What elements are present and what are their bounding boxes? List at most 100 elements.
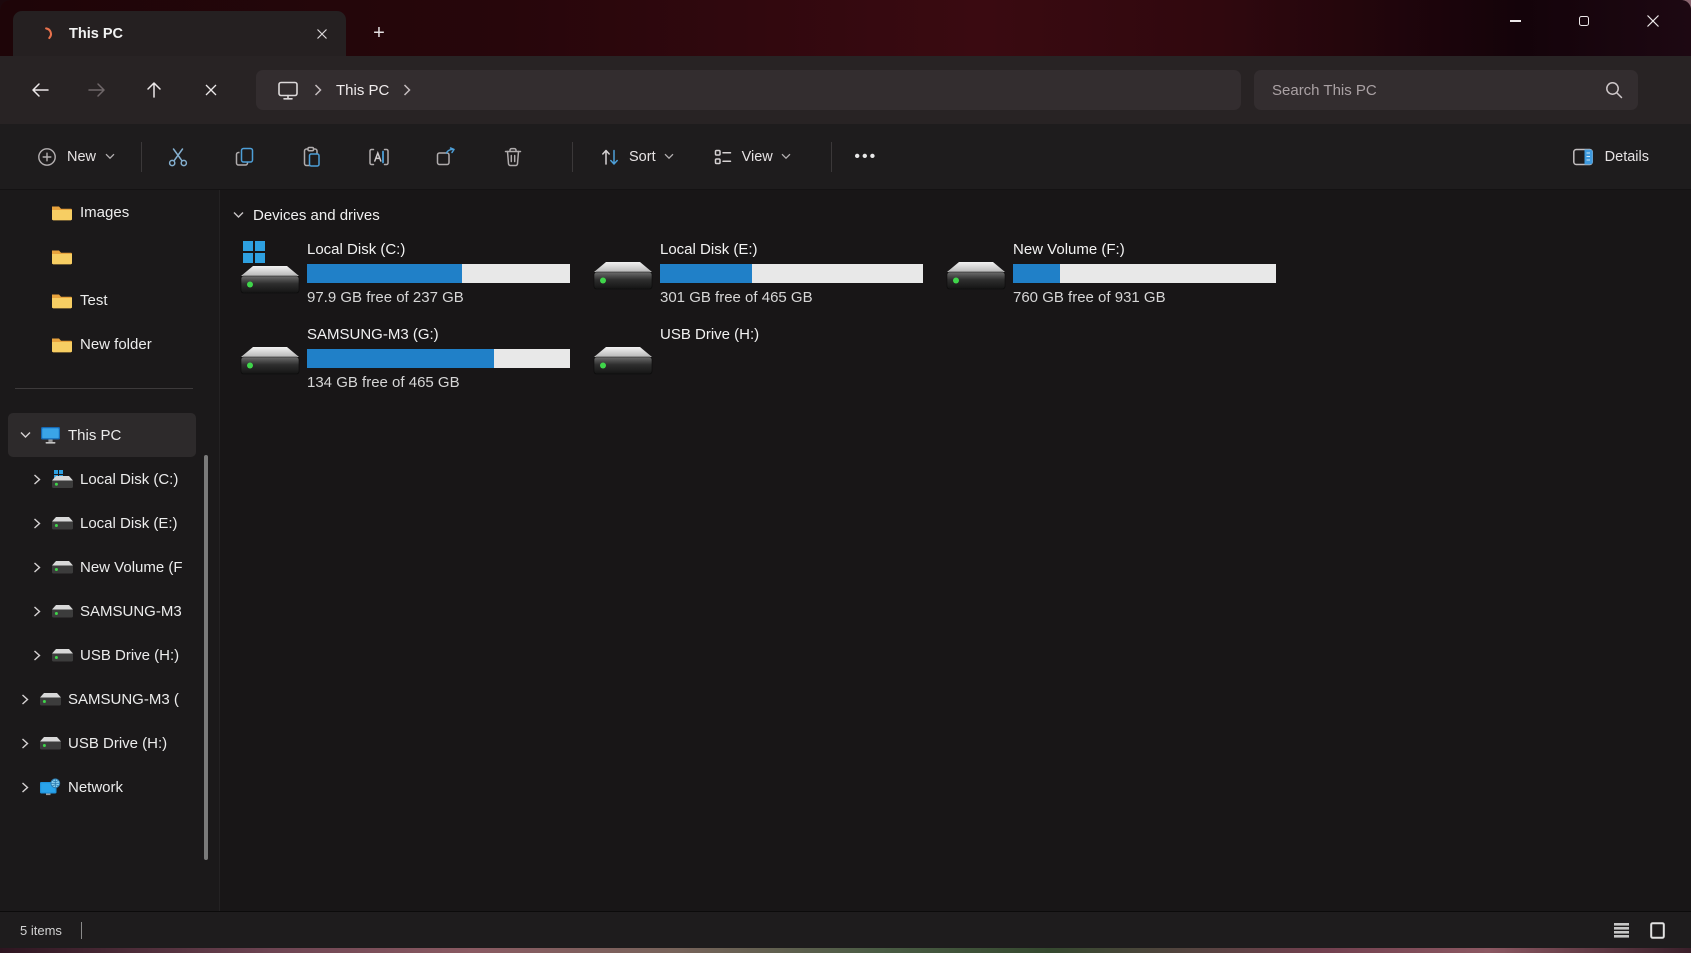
- sidebar-item-local-disk-e[interactable]: Local Disk (E:): [8, 501, 196, 545]
- group-header-devices-and-drives[interactable]: Devices and drives: [233, 202, 1691, 228]
- new-tab-button[interactable]: +: [363, 17, 395, 49]
- chevron-right-icon[interactable]: [28, 562, 46, 573]
- sidebar-item-test[interactable]: Test: [8, 278, 196, 322]
- maximize-icon: [1579, 16, 1590, 27]
- drive-icon: [50, 560, 74, 575]
- search-input[interactable]: [1272, 82, 1604, 99]
- drive-icon: [38, 736, 62, 751]
- chevron-right-icon[interactable]: [16, 694, 34, 705]
- drive-capacity: 97.9 GB free of 237 GB: [307, 289, 572, 306]
- share-button[interactable]: [424, 138, 468, 176]
- sidebar-item-new-folder[interactable]: New folder: [8, 322, 196, 366]
- see-more-button[interactable]: •••: [846, 138, 886, 176]
- chevron-right-icon[interactable]: [16, 738, 34, 749]
- sidebar-item-network[interactable]: Network: [8, 765, 196, 809]
- tab-close-button[interactable]: [308, 20, 336, 48]
- sidebar-item-usb-drive-h-root[interactable]: USB Drive (H:): [8, 721, 196, 765]
- stop-icon: [204, 83, 218, 97]
- sidebar-scrollbar[interactable]: [204, 455, 208, 860]
- chevron-down-icon: [233, 211, 244, 219]
- drive-tile-local-disk-e[interactable]: Local Disk (E:) 301 GB free of 465 GB: [586, 240, 939, 313]
- chevron-right-icon[interactable]: [28, 606, 46, 617]
- tab-bar: This PC +: [0, 0, 1691, 56]
- drive-name: Local Disk (E:): [660, 240, 925, 260]
- breadcrumb-root[interactable]: [268, 76, 308, 105]
- drive-name: New Volume (F:): [1013, 240, 1278, 260]
- breadcrumb-segment-this-pc[interactable]: This PC: [328, 78, 397, 103]
- chevron-right-icon[interactable]: [28, 474, 46, 485]
- capacity-meter: [307, 264, 570, 283]
- drive-icon: [939, 240, 1013, 313]
- drive-icon: [50, 604, 74, 619]
- copy-icon: [233, 145, 257, 169]
- view-button[interactable]: View: [700, 139, 803, 175]
- chevron-right-icon[interactable]: [16, 782, 34, 793]
- back-button[interactable]: [23, 73, 57, 107]
- network-icon: [38, 778, 62, 797]
- paste-button[interactable]: [290, 138, 334, 176]
- copy-button[interactable]: [223, 138, 267, 176]
- sort-button[interactable]: Sort: [587, 139, 686, 175]
- sidebar-item-new-volume-f[interactable]: New Volume (F: [8, 545, 196, 589]
- view-button-label: View: [742, 149, 773, 165]
- tab-loading-icon: [40, 26, 55, 41]
- sidebar-item-this-pc[interactable]: This PC: [8, 413, 196, 457]
- close-button[interactable]: [1630, 0, 1676, 42]
- command-bar: New: [0, 124, 1691, 190]
- drive-grid: Local Disk (C:) 97.9 GB free of 237 GB: [233, 240, 1691, 398]
- drive-tile-usb-drive-h[interactable]: USB Drive (H:): [586, 325, 939, 398]
- folder-icon: [50, 336, 74, 353]
- details-button-label: Details: [1605, 149, 1649, 165]
- sidebar-item-unnamed-folder[interactable]: [8, 234, 196, 278]
- drive-icon: [38, 692, 62, 707]
- up-button[interactable]: [137, 73, 171, 107]
- window-controls: [1492, 0, 1676, 42]
- stop-refresh-button[interactable]: [194, 73, 228, 107]
- chevron-right-icon[interactable]: [28, 650, 46, 661]
- windows-drive-icon: [50, 470, 74, 489]
- sidebar-item-images[interactable]: Images: [8, 190, 196, 234]
- drive-tile-local-disk-c[interactable]: Local Disk (C:) 97.9 GB free of 237 GB: [233, 240, 586, 313]
- chevron-right-icon[interactable]: [28, 518, 46, 529]
- sidebar-item-samsung-m3-child[interactable]: SAMSUNG-M3: [8, 589, 196, 633]
- minimize-button[interactable]: [1492, 0, 1538, 42]
- drive-icon: [50, 516, 74, 531]
- search-box[interactable]: [1254, 70, 1638, 110]
- chevron-down-icon: [664, 153, 674, 160]
- drive-tile-new-volume-f[interactable]: New Volume (F:) 760 GB free of 931 GB: [939, 240, 1292, 313]
- sidebar-item-local-disk-c[interactable]: Local Disk (C:): [8, 457, 196, 501]
- drive-tile-samsung-m3-g[interactable]: SAMSUNG-M3 (G:) 134 GB free of 465 GB: [233, 325, 586, 398]
- maximize-button[interactable]: [1561, 0, 1607, 42]
- sidebar-item-samsung-m3-root[interactable]: SAMSUNG-M3 (: [8, 677, 196, 721]
- drive-icon: [586, 325, 660, 398]
- navigation-bar: This PC: [0, 56, 1691, 124]
- cut-button[interactable]: [156, 138, 200, 176]
- breadcrumb-chevron-icon: [314, 84, 322, 96]
- details-view-toggle[interactable]: [1609, 918, 1633, 942]
- delete-button[interactable]: [491, 138, 535, 176]
- chevron-down-icon: [781, 153, 791, 160]
- forward-button[interactable]: [80, 73, 114, 107]
- drive-name: SAMSUNG-M3 (G:): [307, 325, 572, 345]
- sort-icon: [599, 146, 621, 168]
- tab-this-pc[interactable]: This PC: [13, 11, 346, 56]
- capacity-meter-fill: [307, 349, 494, 368]
- rename-button[interactable]: [357, 138, 401, 176]
- forward-icon: [87, 81, 107, 99]
- chevron-down-icon[interactable]: [16, 431, 34, 439]
- drive-icon: [586, 240, 660, 313]
- search-icon[interactable]: [1604, 80, 1624, 100]
- minimize-icon: [1510, 20, 1521, 21]
- explorer-window: This PC +: [0, 0, 1691, 948]
- folder-icon: [50, 292, 74, 309]
- large-thumbnails-view-toggle[interactable]: [1645, 918, 1669, 942]
- new-button[interactable]: New: [24, 139, 127, 175]
- sidebar-item-usb-drive-h-child[interactable]: USB Drive (H:): [8, 633, 196, 677]
- file-list-area: Devices and drives: [220, 190, 1691, 911]
- capacity-meter-fill: [1013, 264, 1060, 283]
- breadcrumb-chevron-icon[interactable]: [403, 84, 411, 96]
- drive-capacity: 760 GB free of 931 GB: [1013, 289, 1278, 306]
- breadcrumb[interactable]: This PC: [256, 70, 1241, 110]
- trash-icon: [501, 145, 525, 169]
- details-pane-button[interactable]: Details: [1559, 139, 1661, 175]
